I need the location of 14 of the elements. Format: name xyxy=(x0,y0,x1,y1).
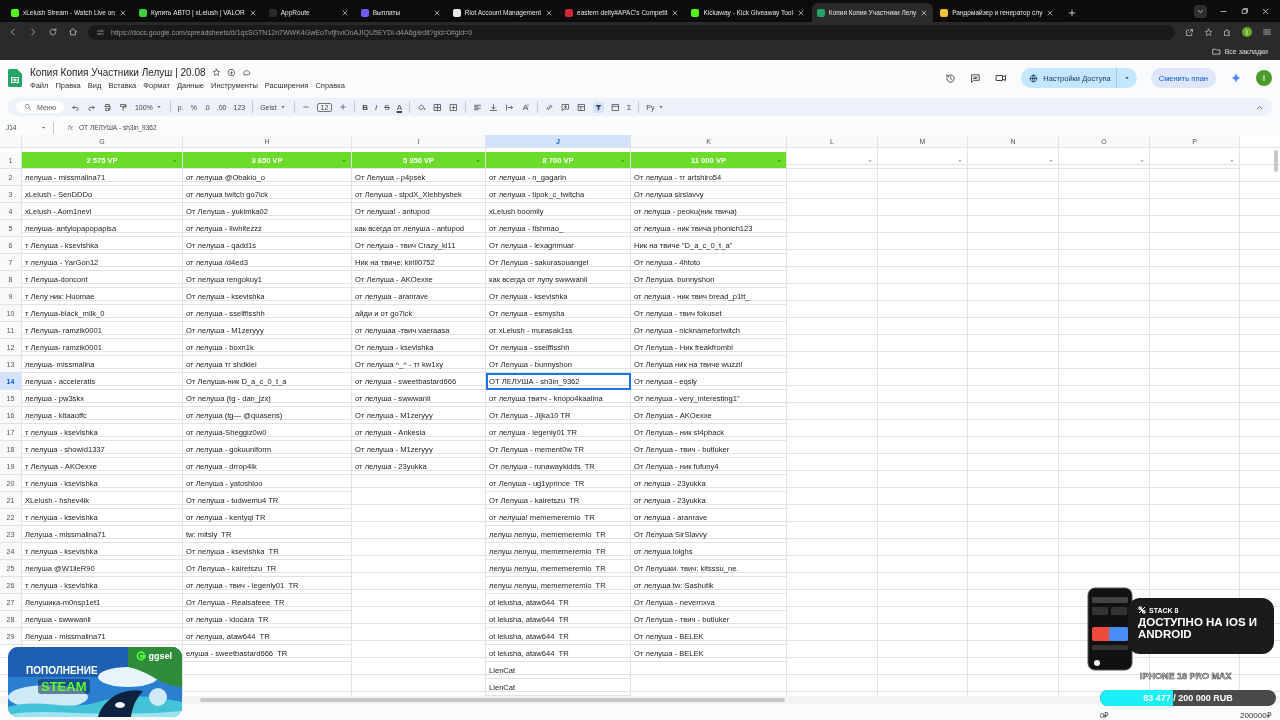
promo-title: ПОПОЛНЕНИЕ xyxy=(26,665,98,676)
goal-min-label: 0₽ xyxy=(1100,710,1110,720)
goal-max-label: 200000₽ xyxy=(1240,710,1272,720)
brand-logo: ggsel xyxy=(136,651,172,661)
promo-subtitle: STEAM xyxy=(38,679,90,694)
strikethrough-button[interactable]: S xyxy=(384,102,390,112)
user-avatar[interactable]: I xyxy=(1256,70,1272,86)
text-color-button[interactable]: A xyxy=(396,102,402,112)
bold-button[interactable]: B xyxy=(362,102,369,112)
promo-headline: ДОСТУПНО НА IOS И ANDROID xyxy=(1138,616,1259,641)
document-title[interactable]: Копия Копия Участники Лелуш | 20.08 xyxy=(30,66,206,78)
goal-amount: 83 477 / 200 000 RUB xyxy=(1142,692,1234,705)
italic-button[interactable]: I xyxy=(375,102,378,112)
goal-title: IPHONE 18 PRO MAX xyxy=(1140,671,1232,681)
